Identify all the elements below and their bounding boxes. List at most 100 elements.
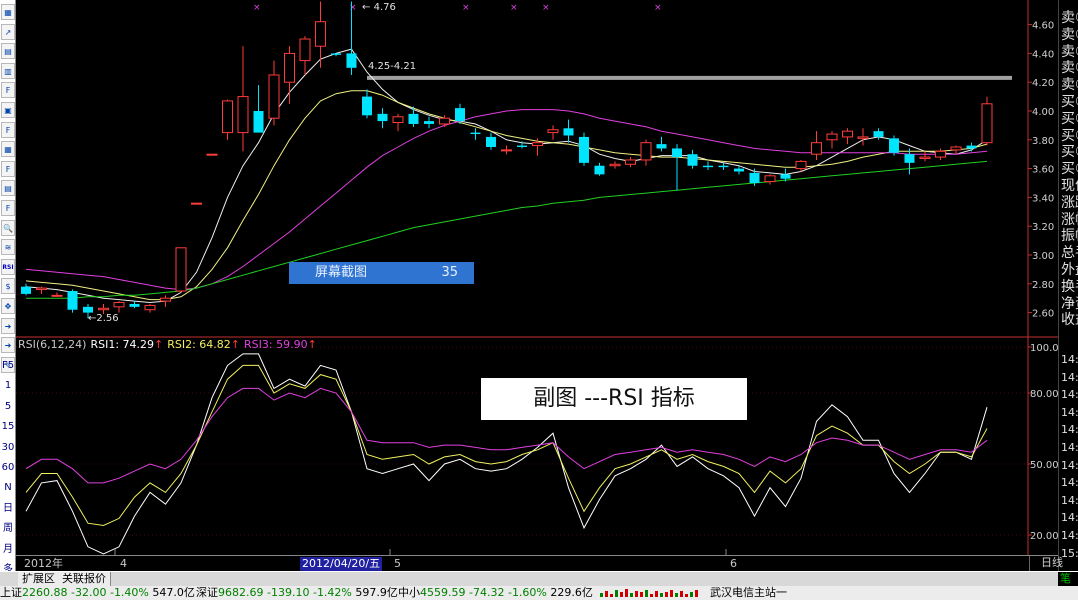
book-icon[interactable]: ▤ [1,180,15,196]
candle [982,97,992,146]
time-tick-year: 2012年 [24,557,63,571]
quote-row-label: 卖① [1061,77,1078,93]
time-tick-month-6: 6 [730,557,737,571]
quote-row-label: 卖⑤ [1061,10,1078,26]
grid-icon[interactable]: ▦ [1,4,15,20]
price-axis-label: 3.80 [1032,136,1054,147]
mini-bar [625,589,628,597]
f10-icon[interactable]: F [1,82,15,98]
event-marker: × [349,3,357,13]
quote-row-label: 卖③ [1061,44,1078,60]
mini-bar [685,594,688,597]
period-button[interactable]: F5 [0,358,16,374]
mini-bar [645,590,648,597]
candle [192,203,202,204]
tick-time-label: 14: [1061,458,1078,474]
tick-time-label: 14: [1061,370,1078,386]
mini-bar [650,594,653,597]
import-icon[interactable]: ➜ [1,337,15,353]
tabs-bar: 扩展区 关联报价 笔 [0,571,1078,586]
time-axis: 2012年 4 2012/04/20/五 5 6 日线 [16,555,1058,571]
candle [207,154,217,155]
period-button[interactable]: 日 [0,501,16,517]
price-axis-label: 3.00 [1032,251,1054,262]
event-marker: × [510,3,518,13]
market-mini-bars [600,589,700,597]
price-axis-label: 2.80 [1032,280,1054,291]
f10-icon[interactable]: F [1,161,15,177]
calendar-icon[interactable]: ▦ [1,141,15,157]
status-index-shanghai[interactable]: 上证2260.88 -32.00 -1.40% 547.0亿 [0,586,195,600]
candle [68,290,78,313]
bar-chart-icon[interactable]: ▥ [1,63,15,79]
rsi3-value: RSI3: 59.90↑ [244,338,317,351]
mini-bar [670,590,673,597]
mini-bar [605,591,608,597]
news-icon[interactable]: ▣ [1,102,15,118]
tick-time-label: 14: [1061,493,1078,509]
mini-bar [680,591,683,597]
period-button[interactable]: 5 [0,399,16,415]
mini-bar [635,591,638,597]
quote-row-label: 买③ [1061,128,1078,144]
move-icon[interactable]: ✥ [1,298,15,314]
trend-icon[interactable]: ≋ [1,239,15,255]
event-marker: × [462,3,470,13]
mini-bar [600,593,603,597]
money-icon[interactable]: $ [1,278,15,294]
search-icon[interactable]: 🔍 [1,220,15,236]
rsi-name: RSI(6,12,24) [18,338,86,351]
tab-extension-area[interactable]: 扩展区 [18,572,60,587]
rsi-header: RSI(6,12,24)RSI1: 74.29↑RSI2: 64.82↑RSI3… [18,338,321,352]
line-chart-icon[interactable]: ↗ [1,24,15,40]
mini-bar [615,590,618,597]
rsi-axis-label: 20.00 [1030,531,1058,542]
price-axis-label: 4.60 [1032,21,1054,32]
status-index-sme[interactable]: 中小4559.59 -74.32 -1.60% 229.6亿 [398,586,593,600]
quote-row-label: 买② [1061,111,1078,127]
quote-row-label: 振幅 [1061,228,1078,244]
tick-time-label: 14: [1061,405,1078,421]
rsi-icon[interactable]: RSI [1,259,15,275]
mini-bar [655,591,658,597]
tick-time-label: 14: [1061,422,1078,438]
quote-row-label: 外盘 [1061,262,1078,278]
quote-row-label: 买① [1061,94,1078,110]
quote-row-label: 总手 [1061,245,1078,261]
quote-row-label: 收益 [1061,312,1078,328]
tab-related-quotes[interactable]: 关联报价 [58,572,111,587]
export-icon[interactable]: ➜ [1,318,15,334]
left-toolbar: ▦↗▤▥F▣F▦F▤F🔍≋RSI$✥➜➜✎F515153060N日周月多 [0,0,16,586]
tick-time-label: 14: [1061,387,1078,403]
period-button[interactable]: N [0,480,16,496]
candle [889,135,899,155]
mini-bar [675,593,678,597]
corner-label[interactable]: 笔 [1058,572,1078,587]
period-button[interactable]: 月 [0,542,16,558]
f10-icon[interactable]: F [1,200,15,216]
price-axis-label: 4.00 [1032,107,1054,118]
price-axis-label: 2.60 [1032,309,1054,320]
period-button[interactable]: 30 [0,440,16,456]
period-button[interactable]: 周 [0,521,16,537]
tick-time-label: 14: [1061,510,1078,526]
event-marker: × [654,3,662,13]
price-axis-label: 3.60 [1032,165,1054,176]
period-button[interactable]: 60 [0,460,16,476]
status-index-shenzhen[interactable]: 深证9682.69 -139.10 -1.42% 597.9亿 [196,586,398,600]
price-axis-label: 3.20 [1032,222,1054,233]
quote-row-label: 买④ [1061,144,1078,160]
quote-row-label: 涨幅 [1061,212,1078,228]
mini-bar [690,592,693,597]
quote-row-label: 现价 [1061,178,1078,194]
rsi1-value: RSI1: 74.29↑ [90,338,163,351]
quote-row-label: 净资 [1061,296,1078,312]
period-button[interactable]: 15 [0,419,16,435]
mini-bar [660,593,663,597]
period-button[interactable]: 1 [0,378,16,394]
f10-icon[interactable]: F [1,122,15,138]
tick-time-label: 14: [1061,528,1078,544]
table-icon[interactable]: ▤ [1,43,15,59]
period-daily-button[interactable]: 日线 [1029,556,1074,571]
high-price-annotation: ← 4.76 [362,2,396,14]
